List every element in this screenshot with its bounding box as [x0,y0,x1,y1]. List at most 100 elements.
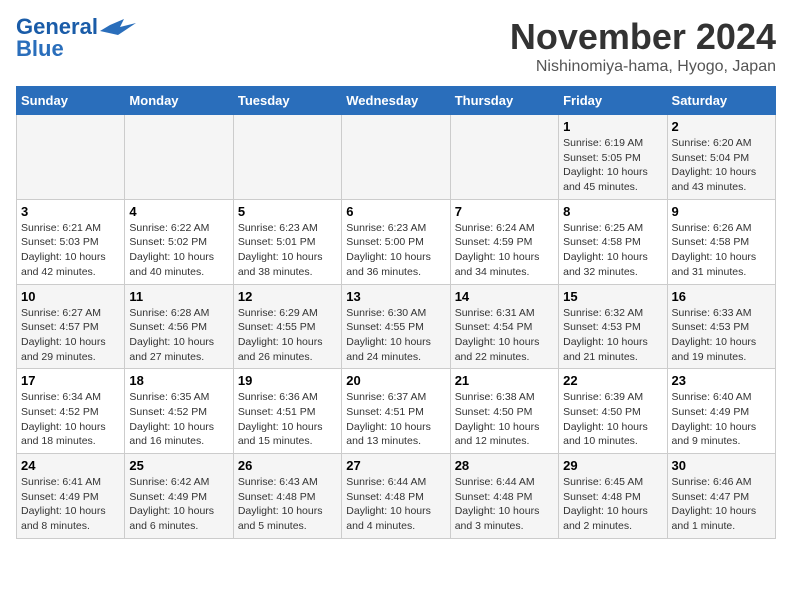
calendar-cell [125,115,233,200]
day-detail: Sunrise: 6:37 AM Sunset: 4:51 PM Dayligh… [346,390,445,449]
day-number: 27 [346,458,445,473]
day-detail: Sunrise: 6:39 AM Sunset: 4:50 PM Dayligh… [563,390,662,449]
calendar-title: November 2024 [510,16,776,58]
day-detail: Sunrise: 6:34 AM Sunset: 4:52 PM Dayligh… [21,390,120,449]
day-number: 2 [672,119,771,134]
day-number: 7 [455,204,554,219]
calendar-header: SundayMondayTuesdayWednesdayThursdayFrid… [17,87,776,115]
calendar-cell: 27 Sunrise: 6:44 AM Sunset: 4:48 PM Dayli… [342,454,450,539]
calendar-table: SundayMondayTuesdayWednesdayThursdayFrid… [16,86,776,539]
day-detail: Sunrise: 6:44 AM Sunset: 4:48 PM Dayligh… [455,475,554,534]
day-number: 15 [563,289,662,304]
day-detail: Sunrise: 6:20 AM Sunset: 5:04 PM Dayligh… [672,136,771,195]
calendar-cell: 24 Sunrise: 6:41 AM Sunset: 4:49 PM Dayli… [17,454,125,539]
day-detail: Sunrise: 6:36 AM Sunset: 4:51 PM Dayligh… [238,390,337,449]
day-detail: Sunrise: 6:46 AM Sunset: 4:47 PM Dayligh… [672,475,771,534]
weekday-header-wednesday: Wednesday [342,87,450,115]
calendar-cell [17,115,125,200]
calendar-cell: 26 Sunrise: 6:43 AM Sunset: 4:48 PM Dayli… [233,454,341,539]
day-number: 30 [672,458,771,473]
calendar-cell: 1Sunrise: 6:19 AM Sunset: 5:05 PM Daylig… [559,115,667,200]
calendar-cell: 21Sunrise: 6:38 AM Sunset: 4:50 PM Dayli… [450,369,558,454]
day-number: 20 [346,373,445,388]
calendar-subtitle: Nishinomiya-hama, Hyogo, Japan [510,58,776,76]
day-number: 25 [129,458,228,473]
day-number: 24 [21,458,120,473]
calendar-cell: 4 Sunrise: 6:22 AM Sunset: 5:02 PM Daylig… [125,199,233,284]
weekday-header-monday: Monday [125,87,233,115]
page-header: General Blue November 2024 Nishinomiya-h… [16,16,776,76]
calendar-cell: 10Sunrise: 6:27 AM Sunset: 4:57 PM Dayli… [17,284,125,369]
calendar-cell: 15 Sunrise: 6:32 AM Sunset: 4:53 PM Dayli… [559,284,667,369]
day-number: 18 [129,373,228,388]
calendar-cell [450,115,558,200]
weekday-header-thursday: Thursday [450,87,558,115]
calendar-cell: 7 Sunrise: 6:24 AM Sunset: 4:59 PM Daylig… [450,199,558,284]
calendar-cell: 20 Sunrise: 6:37 AM Sunset: 4:51 PM Dayli… [342,369,450,454]
weekday-header-friday: Friday [559,87,667,115]
day-detail: Sunrise: 6:44 AM Sunset: 4:48 PM Dayligh… [346,475,445,534]
calendar-week-row: 10Sunrise: 6:27 AM Sunset: 4:57 PM Dayli… [17,284,776,369]
day-number: 16 [672,289,771,304]
day-number: 8 [563,204,662,219]
day-detail: Sunrise: 6:45 AM Sunset: 4:48 PM Dayligh… [563,475,662,534]
day-number: 5 [238,204,337,219]
calendar-cell: 17 Sunrise: 6:34 AM Sunset: 4:52 PM Dayli… [17,369,125,454]
calendar-cell: 9 Sunrise: 6:26 AM Sunset: 4:58 PM Daylig… [667,199,775,284]
calendar-cell: 6 Sunrise: 6:23 AM Sunset: 5:00 PM Daylig… [342,199,450,284]
day-number: 4 [129,204,228,219]
calendar-cell: 2 Sunrise: 6:20 AM Sunset: 5:04 PM Daylig… [667,115,775,200]
calendar-cell: 11Sunrise: 6:28 AM Sunset: 4:56 PM Dayli… [125,284,233,369]
day-detail: Sunrise: 6:30 AM Sunset: 4:55 PM Dayligh… [346,306,445,365]
day-number: 11 [129,289,228,304]
day-detail: Sunrise: 6:29 AM Sunset: 4:55 PM Dayligh… [238,306,337,365]
weekday-header-tuesday: Tuesday [233,87,341,115]
day-detail: Sunrise: 6:26 AM Sunset: 4:58 PM Dayligh… [672,221,771,280]
calendar-cell [233,115,341,200]
day-number: 17 [21,373,120,388]
day-detail: Sunrise: 6:41 AM Sunset: 4:49 PM Dayligh… [21,475,120,534]
calendar-cell: 19 Sunrise: 6:36 AM Sunset: 4:51 PM Dayli… [233,369,341,454]
weekday-header-sunday: Sunday [17,87,125,115]
day-detail: Sunrise: 6:23 AM Sunset: 5:00 PM Dayligh… [346,221,445,280]
day-detail: Sunrise: 6:33 AM Sunset: 4:53 PM Dayligh… [672,306,771,365]
day-detail: Sunrise: 6:27 AM Sunset: 4:57 PM Dayligh… [21,306,120,365]
day-number: 6 [346,204,445,219]
day-detail: Sunrise: 6:21 AM Sunset: 5:03 PM Dayligh… [21,221,120,280]
day-detail: Sunrise: 6:43 AM Sunset: 4:48 PM Dayligh… [238,475,337,534]
calendar-cell: 5 Sunrise: 6:23 AM Sunset: 5:01 PM Daylig… [233,199,341,284]
day-detail: Sunrise: 6:24 AM Sunset: 4:59 PM Dayligh… [455,221,554,280]
calendar-week-row: 24 Sunrise: 6:41 AM Sunset: 4:49 PM Dayli… [17,454,776,539]
day-number: 23 [672,373,771,388]
day-detail: Sunrise: 6:35 AM Sunset: 4:52 PM Dayligh… [129,390,228,449]
logo-blue: Blue [16,38,64,60]
calendar-cell: 23 Sunrise: 6:40 AM Sunset: 4:49 PM Dayli… [667,369,775,454]
calendar-cell: 14 Sunrise: 6:31 AM Sunset: 4:54 PM Dayli… [450,284,558,369]
calendar-cell: 29Sunrise: 6:45 AM Sunset: 4:48 PM Dayli… [559,454,667,539]
day-number: 13 [346,289,445,304]
day-number: 21 [455,373,554,388]
weekday-header-row: SundayMondayTuesdayWednesdayThursdayFrid… [17,87,776,115]
calendar-cell: 25 Sunrise: 6:42 AM Sunset: 4:49 PM Dayli… [125,454,233,539]
calendar-cell: 13 Sunrise: 6:30 AM Sunset: 4:55 PM Dayli… [342,284,450,369]
day-detail: Sunrise: 6:22 AM Sunset: 5:02 PM Dayligh… [129,221,228,280]
day-detail: Sunrise: 6:32 AM Sunset: 4:53 PM Dayligh… [563,306,662,365]
calendar-week-row: 17 Sunrise: 6:34 AM Sunset: 4:52 PM Dayli… [17,369,776,454]
day-detail: Sunrise: 6:31 AM Sunset: 4:54 PM Dayligh… [455,306,554,365]
day-number: 26 [238,458,337,473]
calendar-title-area: November 2024 Nishinomiya-hama, Hyogo, J… [510,16,776,76]
day-number: 19 [238,373,337,388]
day-number: 14 [455,289,554,304]
calendar-body: 1Sunrise: 6:19 AM Sunset: 5:05 PM Daylig… [17,115,776,539]
calendar-cell: 16 Sunrise: 6:33 AM Sunset: 4:53 PM Dayli… [667,284,775,369]
day-detail: Sunrise: 6:25 AM Sunset: 4:58 PM Dayligh… [563,221,662,280]
calendar-cell: 22Sunrise: 6:39 AM Sunset: 4:50 PM Dayli… [559,369,667,454]
day-number: 9 [672,204,771,219]
weekday-header-saturday: Saturday [667,87,775,115]
day-detail: Sunrise: 6:23 AM Sunset: 5:01 PM Dayligh… [238,221,337,280]
calendar-cell: 12 Sunrise: 6:29 AM Sunset: 4:55 PM Dayli… [233,284,341,369]
calendar-cell: 30 Sunrise: 6:46 AM Sunset: 4:47 PM Dayli… [667,454,775,539]
day-detail: Sunrise: 6:42 AM Sunset: 4:49 PM Dayligh… [129,475,228,534]
day-number: 12 [238,289,337,304]
day-detail: Sunrise: 6:40 AM Sunset: 4:49 PM Dayligh… [672,390,771,449]
